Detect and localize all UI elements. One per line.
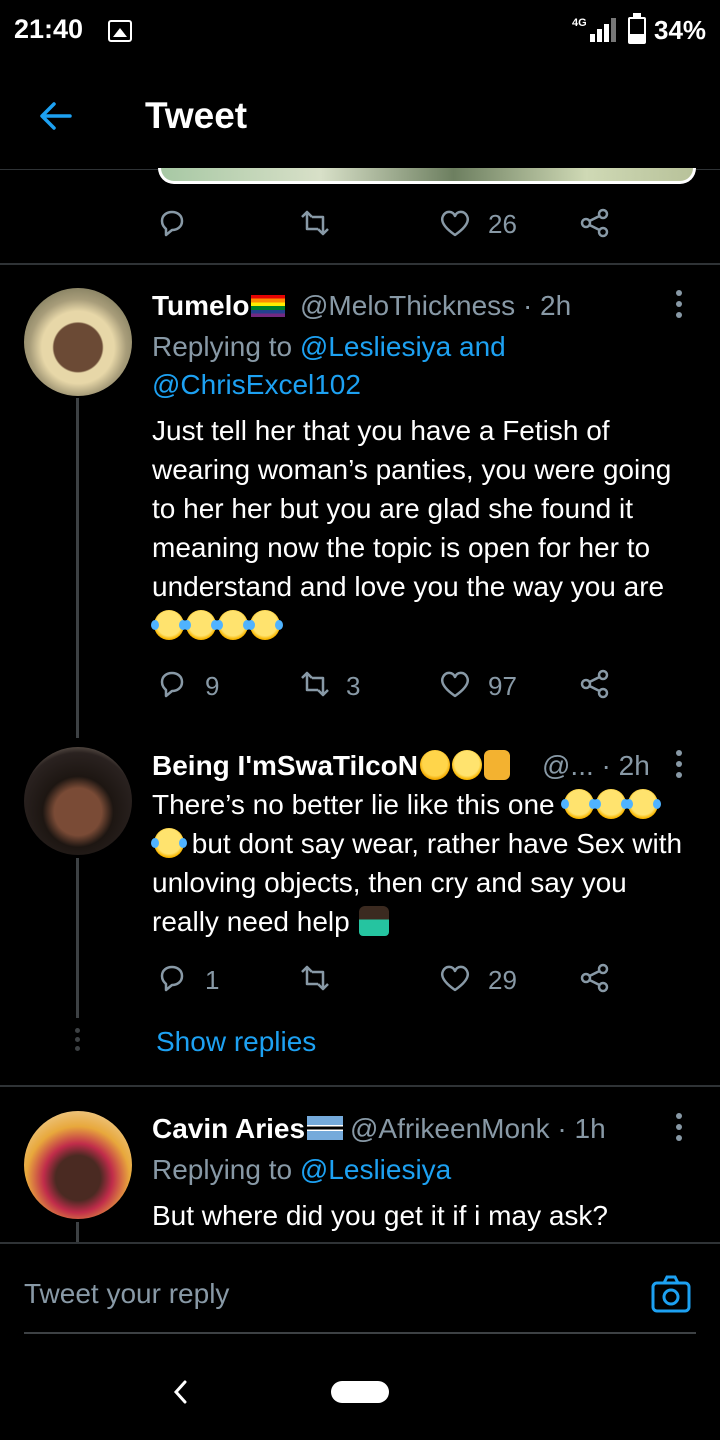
laughing-tears-emoji-icon (215, 610, 251, 640)
status-time: 21:40 (14, 14, 84, 44)
replying-to: Replying to @Lesliesiya and @ChrisExcel1… (152, 331, 506, 400)
more-button[interactable] (675, 290, 683, 320)
like-button[interactable] (438, 207, 470, 239)
like-count: 26 (488, 209, 517, 239)
like-icon (440, 671, 470, 698)
thread-line (76, 398, 79, 738)
retweet-icon (301, 210, 329, 236)
reply-icon (160, 965, 184, 992)
avatar[interactable] (24, 288, 132, 396)
battery-icon (628, 13, 646, 44)
nav-home-pill[interactable] (331, 1381, 389, 1403)
reply-input[interactable]: Tweet your reply (24, 1278, 229, 1310)
reply-count: 1 (205, 965, 220, 995)
upside-down-face-icon (419, 750, 450, 780)
like-count: 29 (488, 965, 517, 995)
retweet-button[interactable] (298, 668, 330, 700)
thread-line (76, 1222, 79, 1242)
rolling-laughing-emoji-icon (561, 789, 598, 819)
more-icon (676, 290, 682, 296)
reply-button[interactable] (156, 668, 188, 700)
retweet-icon (301, 671, 329, 697)
divider (0, 263, 720, 265)
reply-text: There’s no better lie like this one but … (151, 789, 683, 937)
compose-divider (0, 1242, 720, 1244)
share-button[interactable] (579, 668, 611, 700)
avatar[interactable] (24, 1111, 132, 1219)
mention-link[interactable]: @Lesliesiya (300, 331, 451, 362)
camera-button[interactable] (650, 1274, 692, 1314)
input-underline (24, 1332, 696, 1334)
retweet-icon (301, 965, 329, 991)
reply-author-handle[interactable]: @MeloThickness · 2h (300, 290, 571, 322)
laughing-tears-emoji-icon (247, 610, 283, 640)
laughing-tears-emoji-icon (151, 828, 187, 858)
more-icon (676, 1113, 682, 1119)
mention-link[interactable]: @Lesliesiya (300, 1154, 451, 1185)
rolling-laughing-emoji-icon (625, 789, 662, 819)
retweet-button[interactable] (298, 962, 330, 994)
reply-icon (160, 671, 184, 698)
more-icon (676, 750, 682, 756)
reply-author-name[interactable]: Tumelo (152, 290, 286, 322)
share-icon (580, 208, 609, 238)
like-icon (440, 965, 470, 992)
camera-icon (651, 1275, 691, 1313)
replying-to: Replying to @Lesliesiya (152, 1154, 452, 1185)
like-icon (440, 210, 470, 237)
network-type: 4G (572, 17, 587, 29)
reply-text: Just tell her that you have a Fetish of … (151, 411, 692, 645)
reply-text: But where did you get it if i may ask? (152, 1200, 608, 1231)
compose-area (0, 1242, 720, 1440)
share-button[interactable] (579, 207, 611, 239)
reply-author-handle[interactable]: @... · 2h (542, 750, 650, 782)
reply-button[interactable] (156, 962, 188, 994)
back-button[interactable] (36, 96, 76, 136)
reply-author-handle[interactable]: @AfrikeenMonk · 1h (350, 1113, 606, 1145)
like-button[interactable] (438, 962, 470, 994)
share-icon (580, 669, 609, 699)
laughing-tears-emoji-icon (151, 610, 187, 640)
reply-author-name[interactable]: Being I'mSwaTiIcoN (152, 750, 510, 782)
gallery-icon (108, 20, 132, 42)
botswana-flag-icon (307, 1116, 344, 1140)
relieved-face-icon (451, 750, 482, 780)
share-button[interactable] (579, 962, 611, 994)
divider (0, 1085, 720, 1087)
reply-icon (160, 210, 184, 237)
show-replies-link[interactable]: Show replies (156, 1026, 316, 1058)
mention-link[interactable]: @ChrisExcel102 (152, 369, 361, 400)
more-button[interactable] (675, 750, 683, 780)
retweet-count: 3 (346, 671, 361, 701)
reply-count: 9 (205, 671, 220, 701)
rainbow-flag-icon (251, 295, 286, 317)
retweet-button[interactable] (298, 207, 330, 239)
share-icon (580, 963, 609, 993)
avatar[interactable] (24, 747, 132, 855)
raised-hands-icon (483, 750, 510, 780)
thread-continue-icon (75, 1028, 80, 1052)
like-button[interactable] (438, 668, 470, 700)
nav-back-button[interactable] (170, 1378, 190, 1406)
reply-button[interactable] (156, 207, 188, 239)
person-shrugging-emoji-icon (359, 906, 390, 936)
page-title: Tweet (145, 95, 248, 136)
arrow-left-icon (40, 102, 72, 130)
tweet-media[interactable] (158, 168, 696, 184)
reply-author-name[interactable]: Cavin Aries (152, 1113, 344, 1145)
laughing-tears-emoji-icon (183, 610, 219, 640)
chevron-left-icon (173, 1380, 187, 1404)
like-count: 97 (488, 671, 517, 701)
status-bar: 21:40 4G 34% (0, 0, 720, 64)
thread-line (76, 858, 79, 1018)
rolling-laughing-emoji-icon (593, 789, 630, 819)
battery-level: 34% (654, 15, 707, 45)
more-button[interactable] (675, 1113, 683, 1143)
signal-icon (590, 18, 620, 42)
